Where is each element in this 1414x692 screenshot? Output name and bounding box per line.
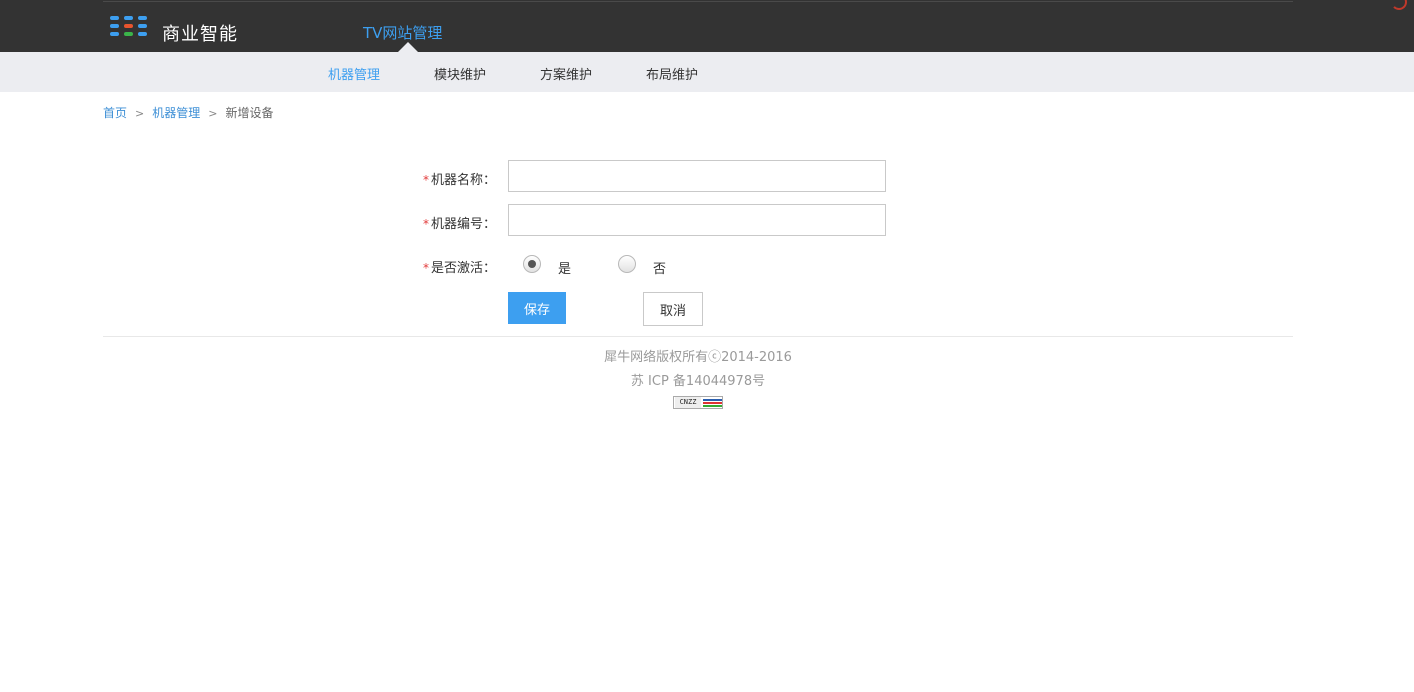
- required-mark: *: [422, 217, 429, 231]
- breadcrumb-parent-link[interactable]: 机器管理: [152, 106, 200, 120]
- loading-spinner-icon: [1391, 0, 1407, 10]
- sub-navigation: 机器管理 模块维护 方案维护 布局维护: [0, 52, 1414, 92]
- footer-icp: 苏 ICP 备14044978号: [630, 374, 766, 389]
- cnzz-badge-icon[interactable]: CNZZ: [673, 396, 723, 409]
- logo-grid-icon: [110, 16, 148, 36]
- subnav-item-module-maintenance[interactable]: 模块维护: [434, 64, 486, 83]
- active-no-label[interactable]: 否: [653, 258, 666, 277]
- top-divider: [103, 1, 1293, 2]
- machine-name-input[interactable]: [508, 160, 886, 192]
- subnav-item-machine-management[interactable]: 机器管理: [328, 64, 380, 83]
- save-button[interactable]: 保存: [508, 292, 566, 324]
- footer-copyright: 犀牛网络版权所有ⓒ2014-2016: [604, 350, 792, 365]
- active-label: * 是否激活：: [376, 257, 496, 276]
- footer-divider: [103, 336, 1293, 337]
- logo-text: 商业智能: [162, 24, 238, 45]
- cnzz-badge-text: CNZZ: [675, 397, 701, 408]
- cancel-button[interactable]: 取消: [643, 292, 703, 326]
- machine-code-label-text: 机器编号：: [430, 217, 496, 232]
- breadcrumb-separator: >: [208, 107, 218, 120]
- machine-code-label: * 机器编号：: [376, 213, 496, 232]
- machine-name-label: * 机器名称：: [376, 169, 496, 188]
- required-mark: *: [422, 261, 429, 275]
- nav-caret-icon: [398, 42, 418, 52]
- active-no-radio[interactable]: [618, 255, 636, 273]
- subnav-item-plan-maintenance[interactable]: 方案维护: [540, 64, 592, 83]
- machine-code-input[interactable]: [508, 204, 886, 236]
- active-yes-label[interactable]: 是: [558, 258, 571, 277]
- required-mark: *: [422, 173, 429, 187]
- breadcrumb-current: 新增设备: [225, 106, 274, 120]
- breadcrumb-home-link[interactable]: 首页: [103, 106, 127, 120]
- active-yes-radio[interactable]: [523, 255, 541, 273]
- active-label-text: 是否激活：: [430, 261, 496, 276]
- breadcrumb: 首页 > 机器管理 > 新增设备: [103, 104, 273, 121]
- top-bar: 商业智能 TV网站管理: [0, 0, 1414, 52]
- nav-title-tv-site[interactable]: TV网站管理: [363, 22, 442, 43]
- machine-name-label-text: 机器名称：: [430, 173, 496, 188]
- subnav-item-layout-maintenance[interactable]: 布局维护: [646, 64, 698, 83]
- breadcrumb-separator: >: [135, 107, 145, 120]
